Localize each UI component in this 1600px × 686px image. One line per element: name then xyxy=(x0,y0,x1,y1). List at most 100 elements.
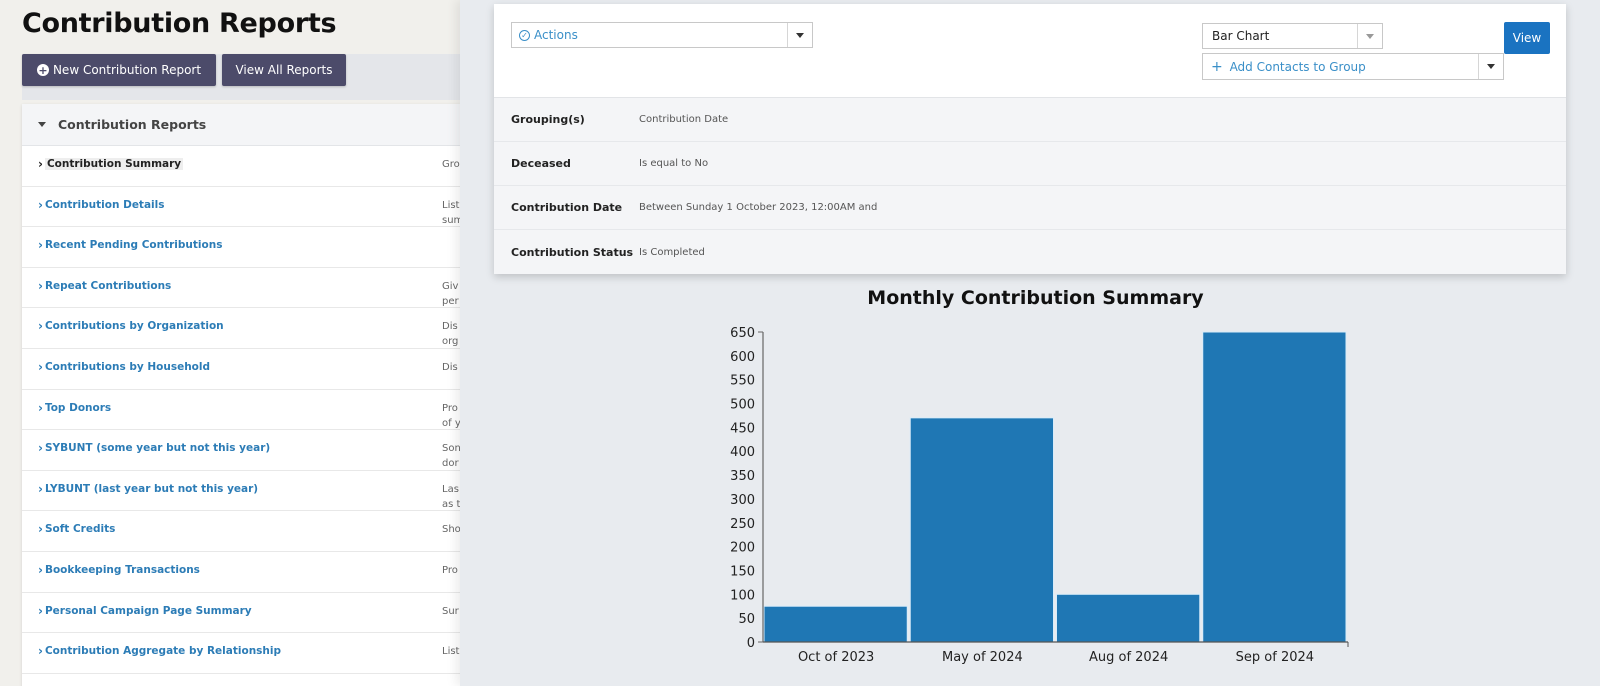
y-tick-label: 400 xyxy=(730,445,755,460)
report-link-label: Contribution Aggregate by Relationship xyxy=(44,645,282,658)
y-tick-label: 550 xyxy=(730,374,755,389)
report-link-label: LYBUNT (last year but not this year) xyxy=(44,482,259,495)
report-link[interactable]: › Top Donors xyxy=(38,401,111,415)
report-link[interactable]: › SYBUNT (some year but not this year) xyxy=(38,441,270,455)
chevron-right-icon: › xyxy=(38,441,43,456)
chart-type-dropdown-toggle[interactable] xyxy=(1357,24,1382,48)
chevron-right-icon: › xyxy=(38,603,43,618)
report-link[interactable]: › Contribution Details xyxy=(38,198,165,212)
add-contacts-to-group-label: Add Contacts to Group xyxy=(1229,59,1366,74)
add-contacts-to-group-select[interactable]: + Add Contacts to Group xyxy=(1202,53,1504,80)
action-button-bar: + New Contribution Report View All Repor… xyxy=(22,54,470,100)
report-link[interactable]: › Bookkeeping Transactions xyxy=(38,563,200,577)
panel-header-toggle[interactable]: Contribution Reports xyxy=(22,104,470,146)
bar xyxy=(1202,331,1347,643)
criteria-row: Deceased Is equal to No xyxy=(494,142,1566,186)
y-tick-label: 600 xyxy=(730,350,755,365)
report-list-item: › Bookkeeping Transactions Pro xyxy=(22,552,470,593)
y-tick-label: 450 xyxy=(730,421,755,436)
chevron-right-icon: › xyxy=(38,481,43,496)
report-link[interactable]: › Contribution Aggregate by Relationship xyxy=(38,644,281,658)
report-list-item: › Personal Campaign Page Summary Sur xyxy=(22,593,470,634)
chart-type-select[interactable]: Bar Chart xyxy=(1202,23,1383,49)
y-tick-label: 650 xyxy=(730,326,755,341)
report-list-item: › Recent Pending Contributions xyxy=(22,227,470,268)
report-list-item: › SYBUNT (some year but not this year) Son… xyxy=(22,430,470,471)
criteria-value: Contribution Date xyxy=(639,114,729,125)
report-link[interactable]: › Contributions by Household xyxy=(38,360,210,374)
criteria-value: Between Sunday 1 October 2023, 12:00AM a… xyxy=(639,202,878,213)
actions-dropdown-toggle[interactable] xyxy=(787,23,812,47)
x-tick-label: Aug of 2024 xyxy=(1089,650,1168,665)
report-link[interactable]: › Personal Campaign Page Summary xyxy=(38,604,252,618)
report-preview-overlay: ✓ Actions Bar Chart + Add Contacts to Gr… xyxy=(460,0,1600,686)
caret-down-icon xyxy=(38,122,46,127)
chevron-right-icon: › xyxy=(38,157,43,171)
x-tick-label: Oct of 2023 xyxy=(798,650,874,665)
report-criteria-table: Grouping(s) Contribution Date Deceased I… xyxy=(494,97,1566,274)
criteria-label: Deceased xyxy=(511,157,571,170)
report-list-item: › Contribution Details List sum xyxy=(22,187,470,228)
report-list-item: › Contribution Aggregate by Relationship L… xyxy=(22,633,470,674)
report-link[interactable]: › Contribution Summary xyxy=(38,157,184,171)
report-link-label: Top Donors xyxy=(44,401,112,414)
contribution-reports-panel: Contribution Reports › Contribution Summa… xyxy=(22,104,470,686)
view-all-reports-label: View All Reports xyxy=(235,63,333,77)
y-tick-label: 150 xyxy=(730,564,755,579)
report-list-item: › LYBUNT (last year but not this year) Las… xyxy=(22,471,470,512)
report-list-item: › Contribution Summary Gro xyxy=(22,146,470,187)
new-contribution-report-button[interactable]: + New Contribution Report xyxy=(22,54,216,86)
report-link-label: Contribution Details xyxy=(44,198,165,211)
report-list-item: › Top Donors Pro of y xyxy=(22,390,470,431)
report-link-label: Recent Pending Contributions xyxy=(44,239,223,252)
report-link-label: SYBUNT (some year but not this year) xyxy=(44,442,271,455)
chevron-down-icon xyxy=(1487,64,1495,69)
report-link[interactable]: › Soft Credits xyxy=(38,522,115,536)
plus-icon: + xyxy=(1211,58,1223,75)
report-list: › Contribution Summary Gro › Contribution De… xyxy=(22,146,470,674)
report-link-label: Contribution Summary xyxy=(44,158,184,170)
contribution-reports-page: Contribution Reports + New Contribution … xyxy=(0,0,470,686)
report-link[interactable]: › Contributions by Organization xyxy=(38,319,224,333)
report-link[interactable]: › Recent Pending Contributions xyxy=(38,238,222,252)
bar xyxy=(1056,593,1201,643)
new-contribution-report-label: New Contribution Report xyxy=(52,63,202,77)
criteria-label: Grouping(s) xyxy=(511,113,585,126)
report-link-label: Bookkeeping Transactions xyxy=(44,563,200,576)
chevron-right-icon: › xyxy=(38,319,43,334)
report-list-item: › Contributions by Organization Dis org xyxy=(22,308,470,349)
criteria-value: Is Completed xyxy=(639,246,705,258)
chevron-right-icon: › xyxy=(38,562,43,577)
chevron-right-icon: › xyxy=(38,644,43,659)
chevron-down-icon xyxy=(1366,33,1374,39)
y-tick-label: 50 xyxy=(738,612,755,627)
chart-title: Monthly Contribution Summary xyxy=(867,287,1204,309)
criteria-value: Is equal to No xyxy=(639,158,709,169)
chevron-right-icon: › xyxy=(38,197,43,212)
x-tick-label: Sep of 2024 xyxy=(1236,650,1314,665)
y-tick-label: 100 xyxy=(730,588,755,603)
chevron-right-icon: › xyxy=(38,238,43,253)
chevron-down-icon xyxy=(796,32,804,38)
view-button[interactable]: View xyxy=(1504,22,1550,54)
plus-circle-icon: + xyxy=(36,63,49,77)
criteria-row: Contribution Status Is Completed xyxy=(494,230,1566,274)
y-tick-label: 350 xyxy=(730,469,755,484)
y-tick-label: 0 xyxy=(747,636,755,651)
view-all-reports-button[interactable]: View All Reports xyxy=(222,54,346,86)
add-to-group-dropdown-toggle[interactable] xyxy=(1478,54,1503,79)
panel-header-label: Contribution Reports xyxy=(58,117,207,132)
report-link-label: Contributions by Organization xyxy=(44,320,224,333)
criteria-row: Grouping(s) Contribution Date xyxy=(494,98,1566,142)
criteria-label: Contribution Date xyxy=(511,201,623,214)
report-link[interactable]: › Repeat Contributions xyxy=(38,279,171,293)
criteria-row: Contribution Date Between Sunday 1 Octob… xyxy=(494,186,1566,230)
actions-select-label: Actions xyxy=(534,28,578,42)
bar xyxy=(909,417,1054,643)
report-list-item: › Contributions by Household Dis xyxy=(22,349,470,390)
y-tick-label: 200 xyxy=(730,541,755,556)
chevron-right-icon: › xyxy=(38,278,43,293)
report-link[interactable]: › LYBUNT (last year but not this year) xyxy=(38,482,258,496)
chart-type-selected-value: Bar Chart xyxy=(1212,29,1270,43)
actions-select[interactable]: ✓ Actions xyxy=(511,22,813,48)
